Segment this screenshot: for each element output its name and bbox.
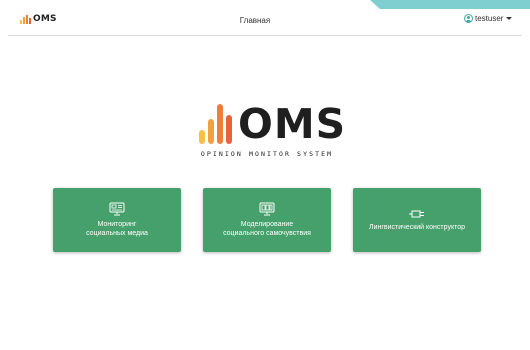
hero-logo-mark: OMS	[199, 98, 345, 145]
card-label: Мониторинг социальных медиа	[86, 220, 148, 238]
header-accent-stripe	[370, 0, 530, 9]
card-label-line2: социального самочувствия	[223, 230, 311, 237]
card-social-wellbeing-modeling[interactable]: Моделирование социального самочувствия	[203, 188, 331, 252]
logo-bars-icon	[20, 15, 31, 24]
card-label-line1: Мониторинг	[97, 221, 137, 228]
top-navbar: OMS Главная testuser	[0, 0, 530, 36]
card-linguistic-constructor[interactable]: Лингвистический конструктор	[353, 188, 481, 252]
nav-home-link[interactable]: Главная	[230, 16, 280, 25]
header-divider	[8, 35, 522, 36]
hero-logo-text: OMS	[238, 100, 347, 148]
hero-logo-bars-icon	[199, 104, 232, 144]
caret-down-icon	[506, 17, 513, 20]
hero-tagline: OPINION MONITOR SYSTEM	[200, 150, 334, 158]
header-logo-text: OMS	[33, 14, 57, 24]
card-label-line1: Лингвистический конструктор	[368, 223, 465, 231]
card-label-line2: социальных медиа	[86, 230, 148, 237]
hero-logo: OMS OPINION MONITOR SYSTEM	[196, 98, 345, 164]
dashboard-icon	[259, 202, 275, 216]
monitor-icon	[109, 202, 125, 216]
card-social-media-monitoring[interactable]: Мониторинг социальных медиа	[53, 188, 181, 252]
username-label: testuser	[475, 14, 504, 23]
plug-icon	[409, 210, 424, 217]
card-label-line1: Моделирование	[240, 221, 294, 228]
card-label: Моделирование социального самочувствия	[223, 220, 311, 238]
user-circle-icon	[464, 14, 473, 23]
card-label: Лингвистический конструктор	[369, 223, 465, 232]
header-logo[interactable]: OMS	[20, 14, 57, 24]
user-menu[interactable]: testuser	[464, 14, 513, 23]
